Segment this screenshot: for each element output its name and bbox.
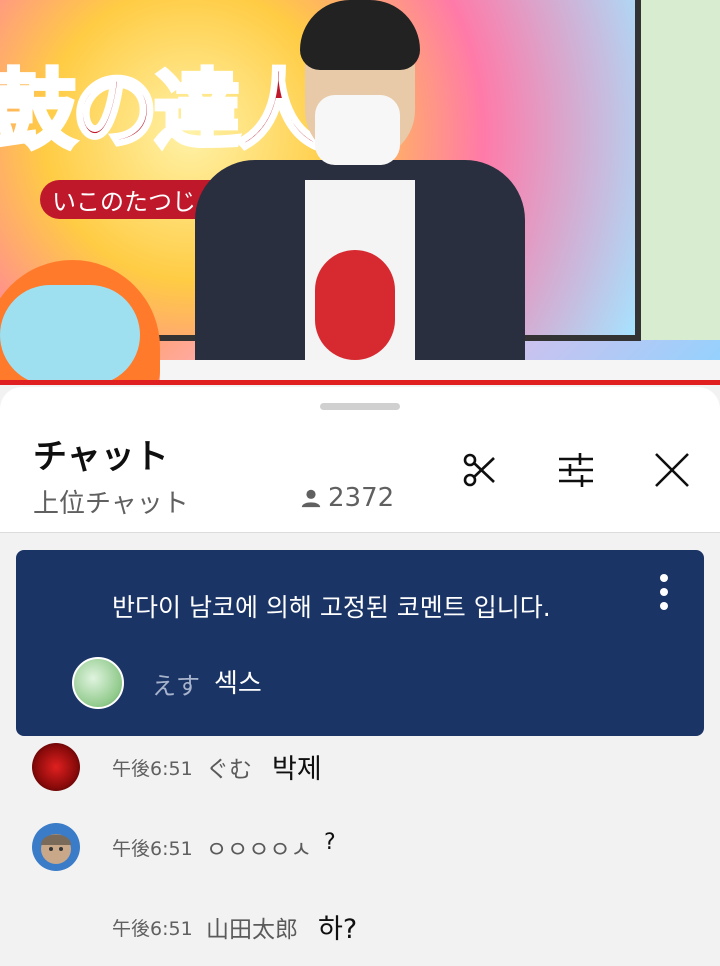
scissors-icon <box>463 453 495 487</box>
video-player[interactable]: 鼓の達人 いこのたつじん <box>0 0 720 385</box>
person-icon <box>301 489 321 508</box>
message-time: 午後6:51 <box>112 918 193 940</box>
avatar-face-icon <box>41 834 71 864</box>
game-logo: 鼓の達人 <box>0 58 324 163</box>
list-item[interactable]: 午後6:51 山田太郎 하? <box>0 895 720 955</box>
avatar[interactable] <box>72 657 124 709</box>
chat-mode-selector[interactable]: 上位チャット <box>33 483 189 520</box>
settings-button[interactable] <box>554 448 598 492</box>
message-author[interactable]: 山田太郎 <box>206 910 298 944</box>
studio-wall <box>641 0 720 340</box>
drag-handle[interactable] <box>320 403 400 410</box>
message-author[interactable]: ㅇㅇㅇㅇㅅ <box>206 830 312 864</box>
close-icon <box>655 453 689 487</box>
list-item[interactable]: 午後6:51 ぐむ 박제 <box>0 735 720 795</box>
avatar[interactable] <box>32 743 80 791</box>
clip-button[interactable] <box>458 448 502 492</box>
viewer-count: 2372 <box>300 483 394 513</box>
avatar[interactable] <box>32 823 80 871</box>
pinned-message: 섹스 <box>214 669 262 699</box>
close-button[interactable] <box>650 448 694 492</box>
list-item[interactable]: 午後6:51 ㅇㅇㅇㅇㅅ ? <box>0 815 720 875</box>
presenter-mask <box>315 95 400 165</box>
message-author[interactable]: ぐむ <box>206 750 252 784</box>
shirt-logo <box>315 250 395 360</box>
pinned-banner-text: 반다이 남코에 의해 고정된 코멘트 입니다. <box>112 593 551 622</box>
sliders-icon <box>559 453 593 487</box>
message-text: 박제 <box>272 754 322 785</box>
chat-panel: チャット 上位チャット 2372 반다이 남코에 의해 고정된 코멘트 입니다.… <box>0 387 720 966</box>
message-time: 午後6:51 <box>112 758 193 780</box>
message-time: 午後6:51 <box>112 838 193 860</box>
desk-edge <box>0 380 720 385</box>
viewer-count-value: 2372 <box>328 483 395 513</box>
avatar[interactable] <box>32 903 80 951</box>
pinned-comment[interactable]: 반다이 남코에 의해 고정된 코멘트 입니다. えす 섹스 <box>16 550 704 736</box>
chat-title: チャット <box>33 437 169 477</box>
chat-header: チャット 上位チャット 2372 <box>0 387 720 533</box>
mascot-face <box>0 285 140 385</box>
message-text: ? <box>324 830 336 855</box>
message-text: 하? <box>318 914 358 945</box>
pinned-author[interactable]: えす <box>152 666 200 701</box>
more-vert-icon[interactable] <box>652 572 676 612</box>
